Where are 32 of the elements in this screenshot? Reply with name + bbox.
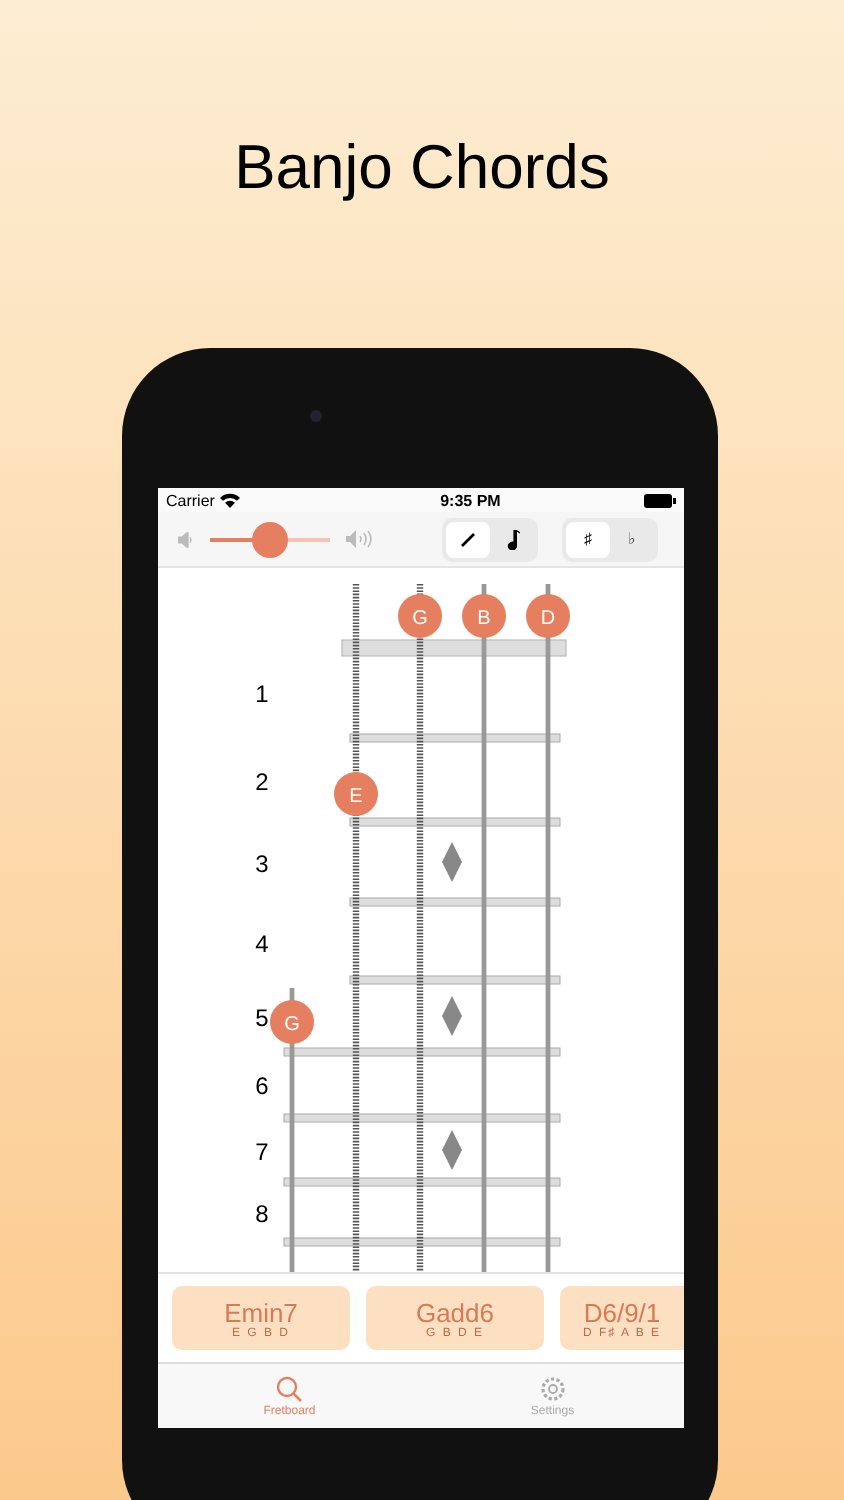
search-icon — [276, 1375, 303, 1401]
chord-name: Gadd6 — [415, 1297, 495, 1327]
chord-name: D6/9/1 — [583, 1297, 661, 1327]
volume-high-icon — [346, 530, 374, 549]
wifi-icon — [220, 492, 241, 509]
fret-number: 3 — [255, 850, 269, 878]
music-note-icon — [505, 529, 519, 550]
note-marker[interactable]: E — [334, 772, 378, 816]
accidental-segment[interactable]: ♭ — [610, 521, 654, 558]
accidental-segment[interactable]: ♯ — [566, 521, 610, 558]
status-time: 9:35 PM — [438, 491, 501, 510]
camera-icon — [310, 410, 322, 422]
note-marker[interactable]: G — [398, 594, 442, 638]
fret-number: 4 — [255, 930, 269, 958]
volume-low-icon — [178, 531, 194, 548]
fret-number: 1 — [255, 680, 269, 708]
fret-number: 6 — [255, 1072, 269, 1100]
headline: Banjo Chords — [234, 132, 610, 204]
fret-number: 8 — [255, 1200, 269, 1228]
pencil-icon — [460, 531, 476, 548]
fret-number: 5 — [255, 1004, 269, 1032]
note-marker[interactable]: D — [526, 594, 570, 638]
fret-number: 2 — [255, 768, 269, 796]
pencil-segment[interactable] — [446, 521, 490, 558]
settings-icon — [539, 1375, 566, 1401]
chord-name: Emin7 — [224, 1297, 298, 1327]
slider-thumb[interactable] — [252, 521, 288, 558]
note-marker[interactable]: B — [462, 594, 506, 638]
carrier-label: Carrier — [166, 491, 215, 510]
note-marker[interactable]: G — [270, 1000, 314, 1044]
battery-icon — [644, 493, 676, 508]
fret-number: 7 — [255, 1138, 269, 1166]
